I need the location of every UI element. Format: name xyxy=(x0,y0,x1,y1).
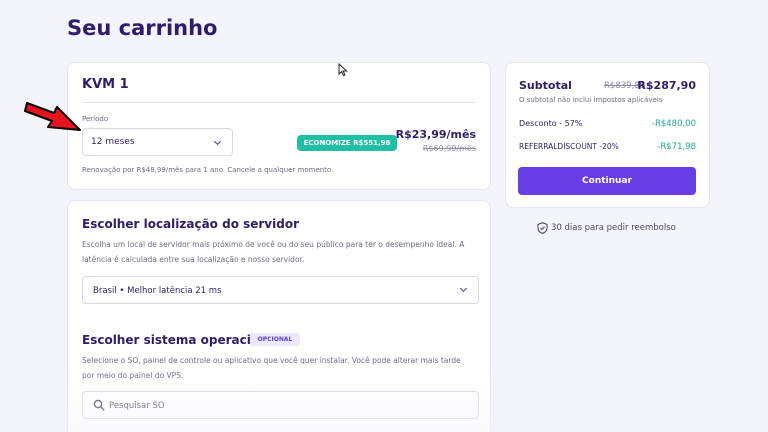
subtotal-total: R$287,90 xyxy=(637,79,696,92)
subtotal-note: O subtotal não inclui impostos aplicávei… xyxy=(519,96,663,104)
chevron-down-icon xyxy=(213,137,222,146)
page-title: Seu carrinho xyxy=(67,16,218,40)
os-description: Selecione o SO, painel de controle ou ap… xyxy=(82,356,461,380)
plan-name: KVM 1 xyxy=(82,77,129,92)
referral-value: -R$71,98 xyxy=(657,142,696,152)
configuration-card: Escolher localização do servidor Escolha… xyxy=(67,200,491,432)
discount-label: Desconto - 57% xyxy=(519,119,583,128)
plan-card: KVM 1 Período 12 meses ECONOMIZE R$551,9… xyxy=(67,62,491,190)
continue-button[interactable]: Continuar xyxy=(518,167,696,195)
location-description: Escolha um local de servidor mais próxim… xyxy=(82,240,465,264)
chevron-down-icon xyxy=(459,284,468,293)
period-value: 12 meses xyxy=(91,137,135,147)
os-search-input[interactable] xyxy=(109,398,469,414)
discount-value: -R$480,00 xyxy=(651,119,696,129)
referral-label: REFERRALDISCOUNT -20% xyxy=(519,142,619,151)
plan-divider xyxy=(82,102,476,103)
optional-badge: OPCIONAL xyxy=(250,333,300,346)
period-label: Período xyxy=(82,115,109,123)
plan-price: R$23,99/mês xyxy=(395,128,476,141)
refund-text: 30 dias para pedir reembolso xyxy=(551,223,676,233)
red-arrow-annotation-icon xyxy=(24,102,81,131)
location-select[interactable]: Brasil • Melhor latência 21 ms xyxy=(82,276,479,304)
period-select[interactable]: 12 meses xyxy=(82,128,233,156)
shield-check-icon xyxy=(537,222,548,234)
location-title: Escolher localização do servidor xyxy=(82,217,299,231)
search-icon xyxy=(93,399,105,411)
plan-old-price: R$69,99/mês xyxy=(422,144,476,153)
renewal-note: Renovação por R$48,99/mês para 1 ano. Ca… xyxy=(82,166,334,174)
subtotal-title: Subtotal xyxy=(519,79,572,92)
savings-badge: ECONOMIZE R$551,98 xyxy=(297,135,397,151)
os-search-box xyxy=(82,391,479,419)
summary-card: Subtotal R$839,88 R$287,90 O subtotal nã… xyxy=(505,62,710,208)
location-value: Brasil • Melhor latência 21 ms xyxy=(93,286,222,296)
mouse-cursor-icon xyxy=(338,63,348,77)
